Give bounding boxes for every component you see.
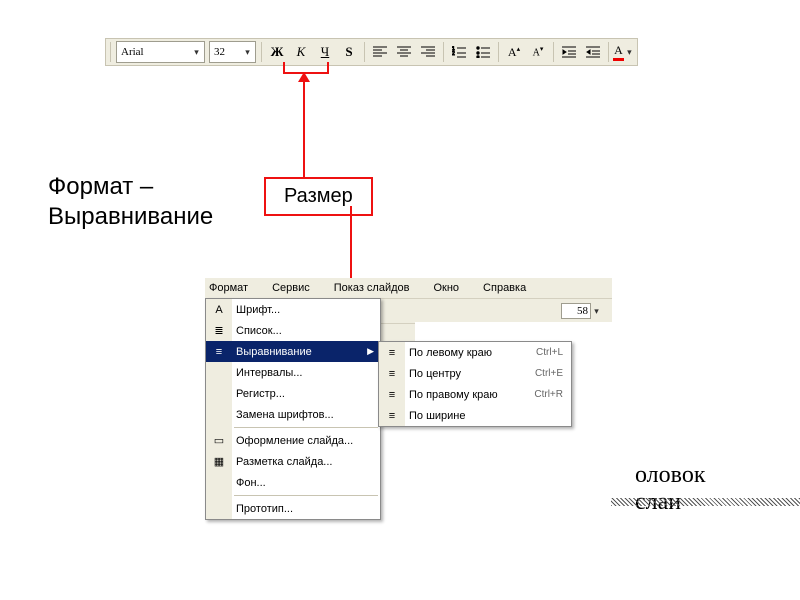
submenu-item-align-center[interactable]: ≡По центруCtrl+E: [379, 363, 571, 384]
menu-separator: [234, 495, 378, 496]
separator: [364, 42, 365, 62]
bulleted-list-button[interactable]: [472, 42, 494, 62]
menu-screenshot: Формат Сервис Показ слайдов Окно Справка…: [205, 278, 612, 508]
submenu-item-align-right[interactable]: ≡По правому краюCtrl+R: [379, 384, 571, 405]
increase-indent-button[interactable]: [582, 42, 604, 62]
separator: [498, 42, 499, 62]
menu-format[interactable]: Формат: [209, 282, 260, 294]
menu-item-background[interactable]: Фон...: [206, 472, 380, 493]
align-right-icon: ≡: [383, 389, 401, 401]
text-shadow-button[interactable]: S: [338, 42, 360, 62]
submenu-arrow-icon: ▶: [367, 346, 374, 357]
document-title-fragment: оловок слаи: [635, 462, 706, 516]
selection-hatch: [611, 498, 800, 506]
font-size-input[interactable]: [212, 45, 242, 59]
menu-separator: [234, 427, 378, 428]
menu-item-case[interactable]: Регистр...: [206, 383, 380, 404]
separator: [608, 42, 609, 62]
layout-icon: ▦: [210, 455, 228, 468]
callout-size-label: Размер: [264, 177, 373, 216]
menu-window[interactable]: Окно: [433, 282, 471, 294]
numbered-list-button[interactable]: 12: [448, 42, 470, 62]
svg-text:2: 2: [452, 51, 455, 57]
arrow-head-up-icon: [298, 72, 310, 82]
separator: [553, 42, 554, 62]
dropdown-icon[interactable]: ▾: [242, 47, 253, 58]
zoom-control[interactable]: ▾: [561, 303, 602, 319]
menu-help[interactable]: Справка: [483, 282, 538, 294]
dropdown-icon[interactable]: ▾: [191, 47, 202, 58]
decrease-indent-button[interactable]: [558, 42, 580, 62]
list-icon: ≣: [210, 324, 228, 337]
align-right-button[interactable]: [417, 42, 439, 62]
align-left-button[interactable]: [369, 42, 391, 62]
bold-button[interactable]: Ж: [266, 42, 288, 62]
menu-item-spacing[interactable]: Интервалы...: [206, 362, 380, 383]
zoom-input[interactable]: [561, 303, 591, 319]
menu-item-replace-fonts[interactable]: Замена шрифтов...: [206, 404, 380, 425]
dropdown-icon[interactable]: ▾: [624, 47, 635, 58]
menu-slideshow[interactable]: Показ слайдов: [334, 282, 422, 294]
format-menu-dropdown: AШрифт... ≣Список... ≡Выравнивание▶ Инте…: [205, 298, 381, 520]
separator: [443, 42, 444, 62]
caption-text: Формат – Выравнивание: [48, 172, 213, 232]
menu-item-master[interactable]: Прототип...: [206, 498, 380, 519]
font-size-select[interactable]: ▾: [209, 41, 256, 63]
design-icon: ▭: [210, 434, 228, 447]
menu-item-alignment[interactable]: ≡Выравнивание▶: [206, 341, 380, 362]
align-center-icon: ≡: [383, 368, 401, 380]
font-name-input[interactable]: [119, 45, 191, 59]
separator: [110, 42, 111, 62]
caption-line1: Формат –: [48, 173, 153, 200]
decrease-font-size-button[interactable]: A▾: [527, 42, 549, 62]
font-name-select[interactable]: ▾: [116, 41, 205, 63]
shortcut-label: Ctrl+E: [535, 368, 563, 379]
submenu-item-justify[interactable]: ≡По ширине: [379, 405, 571, 426]
align-center-button[interactable]: [393, 42, 415, 62]
submenu-item-align-left[interactable]: ≡По левому краюCtrl+L: [379, 342, 571, 363]
justify-icon: ≡: [383, 410, 401, 422]
menu-item-slide-design[interactable]: ▭Оформление слайда...: [206, 430, 380, 451]
formatting-toolbar: ▾ ▾ Ж К Ч S 12 A▴ A▾ A▾: [105, 38, 638, 66]
menu-item-slide-layout[interactable]: ▦Разметка слайда...: [206, 451, 380, 472]
shortcut-label: Ctrl+L: [536, 347, 563, 358]
menu-item-font[interactable]: AШрифт...: [206, 299, 380, 320]
italic-button[interactable]: К: [290, 42, 312, 62]
alignment-submenu: ≡По левому краюCtrl+L ≡По центруCtrl+E ≡…: [378, 341, 572, 427]
align-icon: ≡: [210, 346, 228, 358]
font-color-button[interactable]: A▾: [613, 42, 635, 62]
increase-font-size-button[interactable]: A▴: [503, 42, 525, 62]
menu-bar: Формат Сервис Показ слайдов Окно Справка: [205, 278, 612, 298]
caption-line2: Выравнивание: [48, 203, 213, 230]
menu-service[interactable]: Сервис: [272, 282, 322, 294]
menu-item-list[interactable]: ≣Список...: [206, 320, 380, 341]
font-icon: A: [210, 304, 228, 316]
arrow-line: [303, 72, 305, 178]
separator: [261, 42, 262, 62]
align-left-icon: ≡: [383, 347, 401, 359]
shortcut-label: Ctrl+R: [534, 389, 563, 400]
underline-button[interactable]: Ч: [314, 42, 336, 62]
